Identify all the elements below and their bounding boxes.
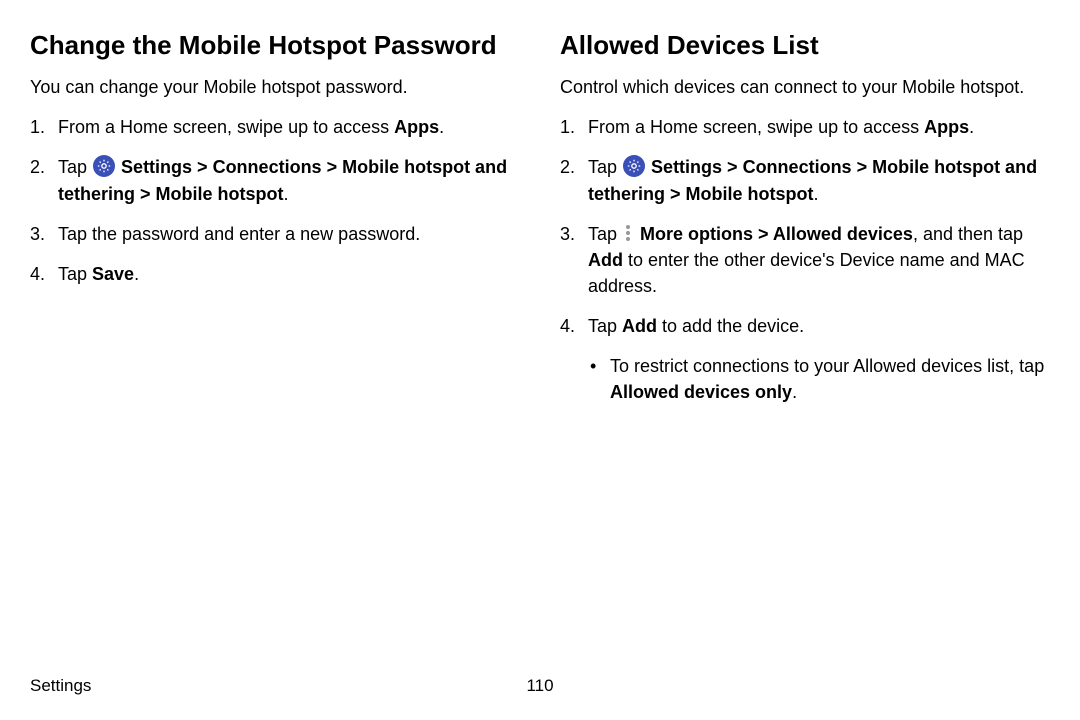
step-text: .: [134, 264, 139, 284]
step-text: Tap: [588, 224, 622, 244]
step-item: Tap Add to add the device. To restrict c…: [560, 313, 1050, 405]
bold-text: Apps: [924, 117, 969, 137]
bullet-text: .: [792, 382, 797, 402]
left-column: Change the Mobile Hotspot Password You c…: [30, 30, 520, 419]
sub-bullet-list: To restrict connections to your Allowed …: [588, 353, 1050, 405]
step-item: Tap Save.: [30, 261, 520, 287]
step-item: Tap the password and enter a new passwor…: [30, 221, 520, 247]
step-text: .: [284, 184, 289, 204]
bold-text: Add: [588, 250, 623, 270]
settings-gear-icon: [623, 155, 645, 177]
step-text: .: [439, 117, 444, 137]
step-text: .: [969, 117, 974, 137]
right-column: Allowed Devices List Control which devic…: [560, 30, 1050, 419]
intro-text: Control which devices can connect to you…: [560, 75, 1050, 100]
step-item: From a Home screen, swipe up to access A…: [30, 114, 520, 140]
bold-text: More options > Allowed devices: [640, 224, 913, 244]
heading-allowed-devices: Allowed Devices List: [560, 30, 1050, 61]
step-text: Tap the password and enter a new passwor…: [58, 224, 420, 244]
heading-change-password: Change the Mobile Hotspot Password: [30, 30, 520, 61]
step-item: Tap Settings > Connections > Mobile hots…: [560, 154, 1050, 206]
bold-text: Allowed devices only: [610, 382, 792, 402]
step-text: Tap: [588, 157, 622, 177]
content-columns: Change the Mobile Hotspot Password You c…: [30, 30, 1050, 419]
steps-list: From a Home screen, swipe up to access A…: [30, 114, 520, 286]
step-text: to enter the other device's Device name …: [588, 250, 1025, 296]
footer-section-label: Settings: [30, 676, 91, 695]
step-text: Tap: [58, 264, 92, 284]
step-text: to add the device.: [657, 316, 804, 336]
step-text: .: [814, 184, 819, 204]
intro-text: You can change your Mobile hotspot passw…: [30, 75, 520, 100]
step-text: , and then tap: [913, 224, 1023, 244]
bold-text: Save: [92, 264, 134, 284]
step-text: Tap: [588, 316, 622, 336]
step-text: Tap: [58, 157, 92, 177]
bullet-text: To restrict connections to your Allowed …: [610, 356, 1044, 376]
settings-gear-icon: [93, 155, 115, 177]
step-text: From a Home screen, swipe up to access: [588, 117, 924, 137]
page-footer: Settings 110: [30, 676, 1050, 696]
step-item: Tap More options > Allowed devices, and …: [560, 221, 1050, 299]
bold-text: Apps: [394, 117, 439, 137]
step-item: From a Home screen, swipe up to access A…: [560, 114, 1050, 140]
bold-text: Add: [622, 316, 657, 336]
steps-list: From a Home screen, swipe up to access A…: [560, 114, 1050, 405]
step-item: Tap Settings > Connections > Mobile hots…: [30, 154, 520, 206]
more-options-icon: [622, 223, 634, 243]
page-number: 110: [526, 676, 553, 696]
step-text: From a Home screen, swipe up to access: [58, 117, 394, 137]
bullet-item: To restrict connections to your Allowed …: [588, 353, 1050, 405]
